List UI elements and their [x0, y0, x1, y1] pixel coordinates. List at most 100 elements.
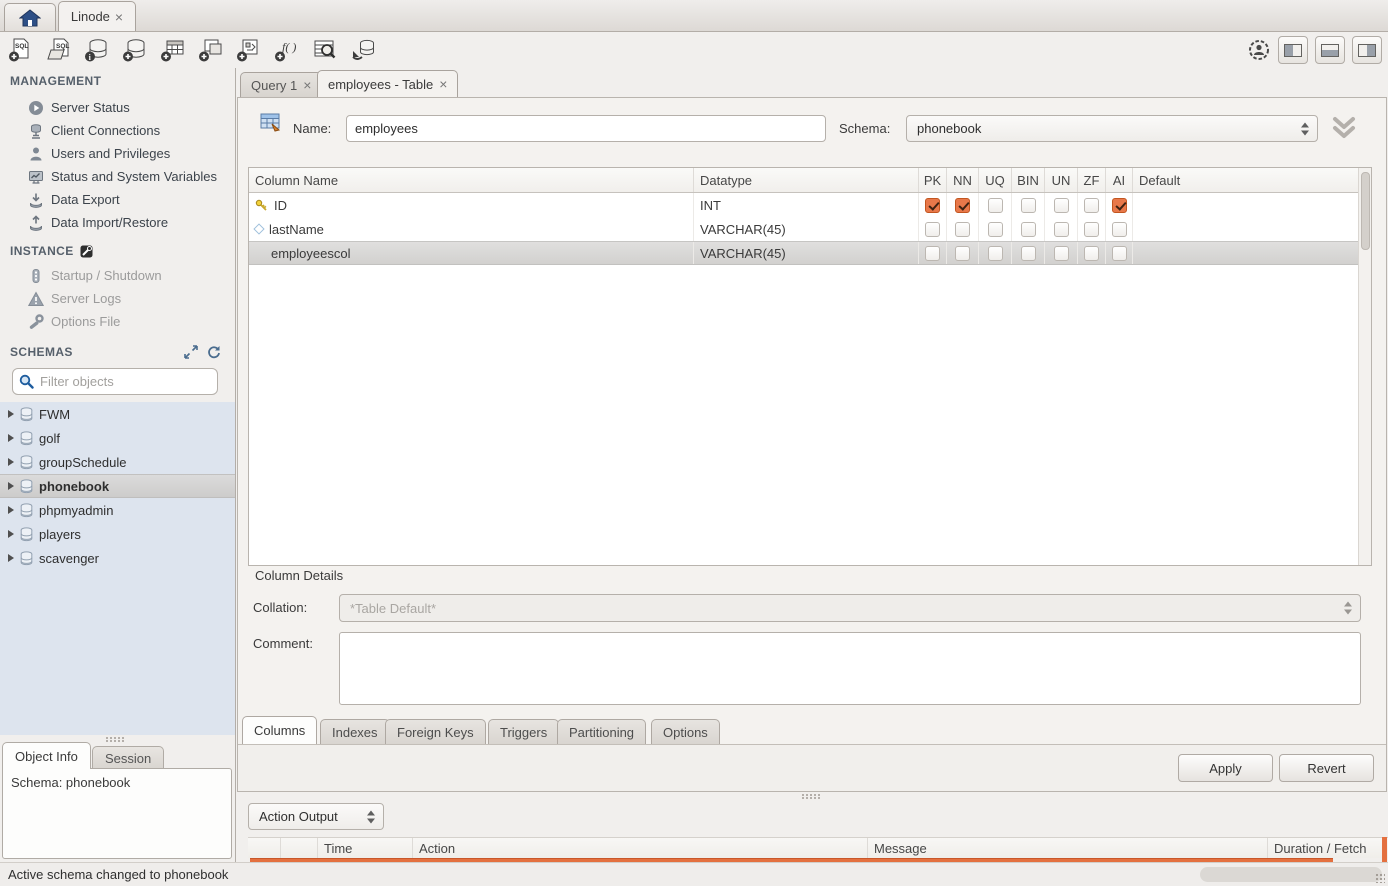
sidebar-item-server-logs[interactable]: Server Logs	[28, 287, 232, 310]
zf-checkbox[interactable]	[1084, 246, 1099, 261]
schema-item-groupschedule[interactable]: groupSchedule	[0, 450, 235, 474]
pk-checkbox[interactable]	[925, 222, 940, 237]
sidebar-item-users-privileges[interactable]: Users and Privileges	[28, 142, 232, 165]
nn-checkbox[interactable]	[955, 222, 970, 237]
tab-triggers[interactable]: Triggers	[488, 719, 559, 744]
create-table-icon[interactable]	[158, 36, 188, 64]
pk-checkbox[interactable]	[925, 198, 940, 213]
comment-textarea[interactable]	[339, 632, 1361, 705]
un-checkbox[interactable]	[1054, 246, 1069, 261]
un-checkbox[interactable]	[1054, 198, 1069, 213]
expander-icon[interactable]	[8, 410, 14, 418]
schema-item-phonebook[interactable]: phonebook	[0, 474, 235, 498]
toggle-bottom-panel-button[interactable]	[1315, 36, 1345, 64]
sidebar-item-client-connections[interactable]: Client Connections	[28, 119, 232, 142]
expander-icon[interactable]	[8, 458, 14, 466]
tab-session[interactable]: Session	[92, 746, 164, 769]
table-name-input[interactable]	[346, 115, 826, 142]
tab-foreign-keys[interactable]: Foreign Keys	[385, 719, 486, 744]
expander-icon[interactable]	[8, 506, 14, 514]
tab-object-info[interactable]: Object Info	[2, 742, 91, 769]
tab-indexes[interactable]: Indexes	[320, 719, 390, 744]
expand-schemas-icon[interactable]	[184, 345, 198, 359]
create-procedure-icon[interactable]	[234, 36, 264, 64]
bin-checkbox[interactable]	[1021, 246, 1036, 261]
new-sql-tab-icon[interactable]: SQL	[6, 36, 36, 64]
ai-checkbox[interactable]	[1112, 198, 1127, 213]
column-details-title: Column Details	[255, 568, 343, 583]
close-icon[interactable]: ×	[115, 10, 123, 24]
un-checkbox[interactable]	[1054, 222, 1069, 237]
expander-icon[interactable]	[8, 530, 14, 538]
tab-employees-table[interactable]: employees - Table ×	[317, 70, 458, 97]
scrollbar-handle[interactable]	[1361, 172, 1370, 250]
client-connections-icon	[28, 123, 44, 139]
inspect-database-icon[interactable]: i	[82, 36, 112, 64]
status-bar: Active schema changed to phonebook	[0, 862, 1388, 886]
expander-icon[interactable]	[8, 482, 14, 490]
bottom-panel-icon	[1321, 44, 1339, 57]
home-icon	[19, 9, 41, 27]
tab-columns[interactable]: Columns	[242, 716, 317, 744]
schema-item-fwm[interactable]: FWM	[0, 402, 235, 426]
open-sql-script-icon[interactable]: SQL	[44, 36, 74, 64]
connection-tab-linode[interactable]: Linode ×	[58, 1, 136, 31]
bin-checkbox[interactable]	[1021, 198, 1036, 213]
schema-item-phpmyadmin[interactable]: phpmyadmin	[0, 498, 235, 522]
nn-checkbox[interactable]	[955, 246, 970, 261]
apply-button[interactable]: Apply	[1178, 754, 1273, 782]
startup-shutdown-icon	[28, 268, 44, 284]
collapse-header-icon[interactable]	[1331, 116, 1357, 140]
uq-checkbox[interactable]	[988, 198, 1003, 213]
ai-checkbox[interactable]	[1112, 246, 1127, 261]
column-row-lastname[interactable]: lastName VARCHAR(45)	[249, 217, 1371, 241]
search-table-data-icon[interactable]	[310, 36, 340, 64]
create-schema-icon[interactable]	[120, 36, 150, 64]
main-area: Query 1 × employees - Table × Name: Sche…	[236, 68, 1388, 862]
toggle-right-panel-button[interactable]	[1352, 36, 1382, 64]
instance-section-title: INSTANCE	[10, 244, 93, 258]
tab-options[interactable]: Options	[651, 719, 720, 744]
schema-filter-box[interactable]	[12, 368, 218, 395]
sidebar-item-data-export[interactable]: Data Export	[28, 188, 232, 211]
pk-checkbox[interactable]	[925, 246, 940, 261]
ai-checkbox[interactable]	[1112, 222, 1127, 237]
close-icon[interactable]: ×	[439, 77, 447, 91]
expander-icon[interactable]	[8, 554, 14, 562]
mysql-workbench-window: Linode × SQL SQL i f( )	[0, 0, 1388, 886]
tab-query-1[interactable]: Query 1 ×	[240, 72, 322, 97]
schema-item-scavenger[interactable]: scavenger	[0, 546, 235, 570]
home-tab[interactable]	[4, 3, 56, 31]
toggle-left-panel-button[interactable]	[1278, 36, 1308, 64]
column-row-employeescol[interactable]: employeescol VARCHAR(45)	[249, 241, 1371, 265]
bin-checkbox[interactable]	[1021, 222, 1036, 237]
uq-checkbox[interactable]	[988, 222, 1003, 237]
sidebar-item-options-file[interactable]: Options File	[28, 310, 232, 333]
sidebar-item-system-variables[interactable]: Status and System Variables	[28, 165, 232, 188]
reconnect-database-icon[interactable]	[348, 36, 378, 64]
schema-item-players[interactable]: players	[0, 522, 235, 546]
create-view-icon[interactable]	[196, 36, 226, 64]
zf-checkbox[interactable]	[1084, 222, 1099, 237]
close-icon[interactable]: ×	[303, 78, 311, 92]
action-output-selector[interactable]: Action Output	[248, 803, 384, 830]
revert-button[interactable]: Revert	[1279, 754, 1374, 782]
uq-checkbox[interactable]	[988, 246, 1003, 261]
sidebar-item-data-import[interactable]: Data Import/Restore	[28, 211, 232, 234]
schema-combo[interactable]: phonebook	[906, 115, 1318, 142]
expander-icon[interactable]	[8, 434, 14, 442]
sidebar-item-server-status[interactable]: Server Status	[28, 96, 232, 119]
grid-vertical-scrollbar[interactable]	[1358, 168, 1371, 565]
zf-checkbox[interactable]	[1084, 198, 1099, 213]
refresh-schemas-icon[interactable]	[206, 345, 221, 359]
resize-grip-icon[interactable]	[1375, 873, 1385, 883]
schema-item-golf[interactable]: golf	[0, 426, 235, 450]
stepper-icon	[1344, 602, 1352, 615]
column-row-id[interactable]: ID INT	[249, 193, 1371, 217]
schema-filter-input[interactable]	[40, 374, 200, 389]
tab-partitioning[interactable]: Partitioning	[557, 719, 646, 744]
create-function-icon[interactable]: f( )	[272, 36, 302, 64]
output-splitter[interactable]	[236, 792, 1388, 800]
sidebar-item-startup-shutdown[interactable]: Startup / Shutdown	[28, 264, 232, 287]
nn-checkbox[interactable]	[955, 198, 970, 213]
